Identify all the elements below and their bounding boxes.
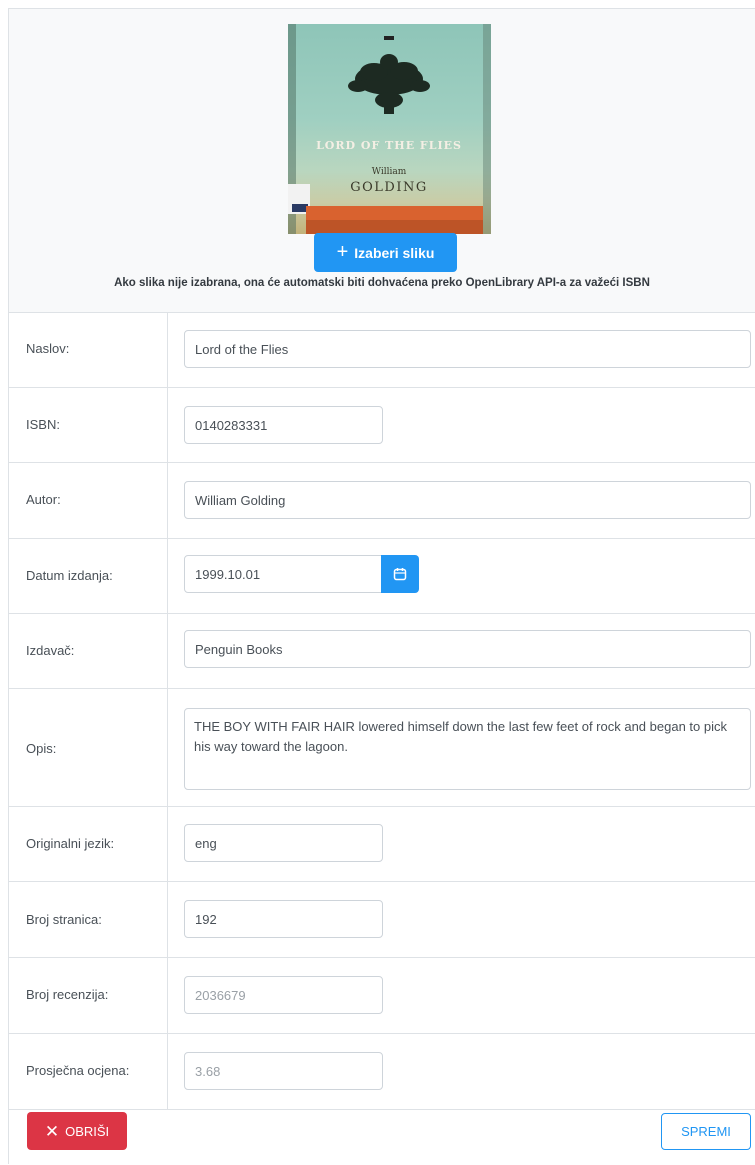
row-language: Originalni jezik: eng — [9, 807, 755, 882]
author-label: Autor: — [26, 492, 61, 507]
publish-date-label: Datum izdanja: — [26, 568, 113, 583]
column-divider — [167, 312, 168, 387]
image-hint-text: Ako slika nije izabrana, ona će automats… — [114, 277, 650, 289]
column-divider — [167, 1034, 168, 1109]
save-button[interactable]: SPREMI — [661, 1113, 751, 1150]
row-publisher: Izdavač: Penguin Books — [9, 614, 755, 689]
choose-image-button[interactable]: + Izaberi sliku — [314, 233, 457, 272]
fields-table: Naslov: Lord of the Flies ISBN: 01402833… — [9, 312, 755, 1110]
publish-date-input[interactable]: 1999.10.01 — [184, 555, 382, 593]
row-reviews: Broj recenzija: 2036679 — [9, 958, 755, 1034]
column-divider — [167, 882, 168, 957]
column-divider — [167, 463, 168, 538]
row-title: Naslov: Lord of the Flies — [9, 312, 755, 388]
author-input[interactable]: William Golding — [184, 481, 751, 519]
plus-icon: + — [336, 240, 349, 263]
cover-title-text: LORD OF THE FLIES — [316, 139, 462, 152]
book-cover-image: LORD OF THE FLIES William GOLDING — [288, 24, 491, 234]
title-label: Naslov: — [26, 341, 70, 356]
form-footer: ✕ OBRIŠI SPREMI — [9, 1099, 755, 1165]
publisher-label: Izdavač: — [26, 643, 75, 658]
delete-label: OBRIŠI — [65, 1123, 110, 1139]
delete-button[interactable]: ✕ OBRIŠI — [27, 1112, 127, 1150]
image-section: LORD OF THE FLIES William GOLDING + Izab… — [9, 9, 755, 313]
column-divider — [167, 388, 168, 462]
column-divider — [167, 539, 168, 613]
choose-image-label: Izaberi sliku — [354, 244, 435, 261]
close-icon: ✕ — [44, 1121, 60, 1141]
calendar-icon — [393, 568, 407, 581]
column-divider — [167, 689, 168, 806]
pages-input[interactable]: 192 — [184, 900, 383, 938]
column-divider — [167, 614, 168, 688]
row-description: Opis: THE BOY WITH FAIR HAIR lowered him… — [9, 689, 755, 807]
cover-author-first: William — [372, 167, 407, 177]
row-publish-date: Datum izdanja: 1999.10.01 — [9, 539, 755, 614]
row-pages: Broj stranica: 192 — [9, 882, 755, 958]
cover-author-last: GOLDING — [350, 180, 428, 195]
column-divider — [167, 958, 168, 1033]
description-label: Opis: — [26, 741, 57, 756]
rating-label: Prosječna ocjena: — [26, 1063, 130, 1078]
date-picker-button[interactable] — [381, 555, 419, 593]
book-edit-form: LORD OF THE FLIES William GOLDING + Izab… — [8, 8, 755, 1164]
language-label: Originalni jezik: — [26, 836, 115, 851]
language-input[interactable]: eng — [184, 824, 383, 862]
row-isbn: ISBN: 0140283331 — [9, 388, 755, 463]
isbn-input[interactable]: 0140283331 — [184, 406, 383, 444]
reviews-label: Broj recenzija: — [26, 987, 109, 1002]
title-input[interactable]: Lord of the Flies — [184, 330, 751, 368]
reviews-input: 2036679 — [184, 976, 383, 1014]
isbn-label: ISBN: — [26, 417, 60, 432]
pages-label: Broj stranica: — [26, 912, 102, 927]
description-textarea[interactable]: THE BOY WITH FAIR HAIR lowered himself d… — [184, 708, 751, 790]
row-author: Autor: William Golding — [9, 463, 755, 539]
rating-input: 3.68 — [184, 1052, 383, 1090]
publisher-input[interactable]: Penguin Books — [184, 630, 751, 668]
column-divider — [167, 807, 168, 881]
